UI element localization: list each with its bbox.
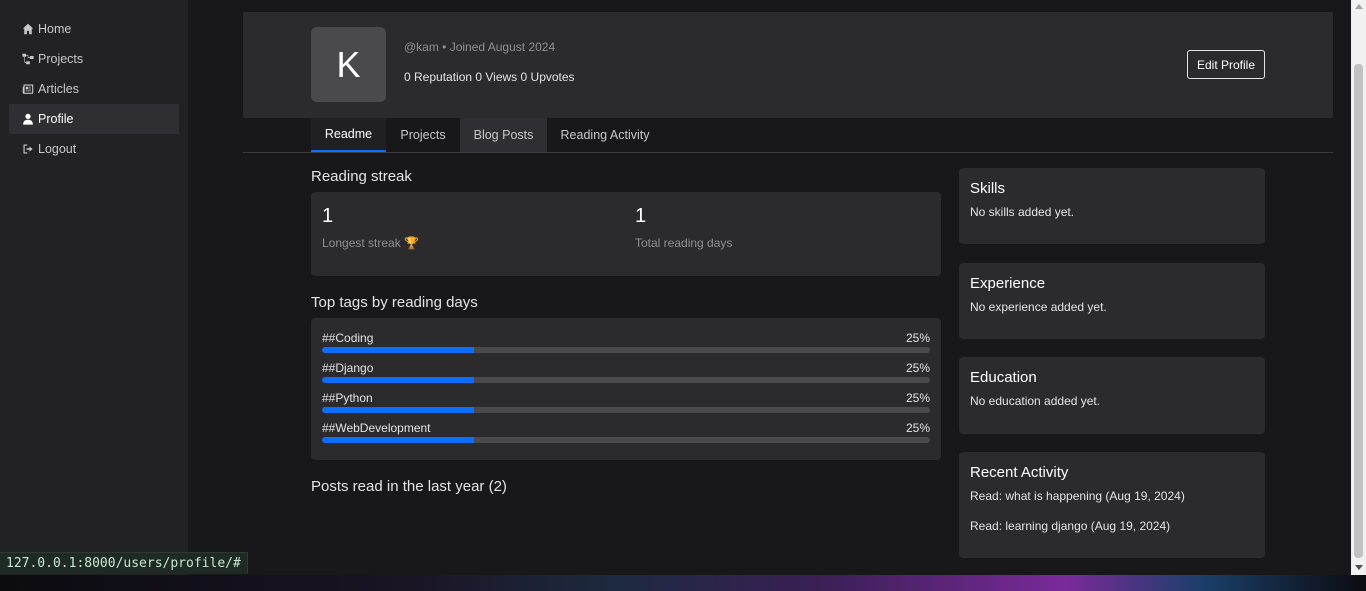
sidebar: Home Projects Articles Profile Logout xyxy=(0,0,188,575)
tag-progress-fill xyxy=(322,407,474,413)
tab-readme[interactable]: Readme xyxy=(311,118,386,152)
sidebar-item-label: Home xyxy=(38,22,72,36)
longest-streak-value: 1 xyxy=(322,205,334,227)
top-tags-card: ##Coding 25% ##Django 25% ##Python 25% #… xyxy=(311,318,941,460)
tab-reading-activity[interactable]: Reading Activity xyxy=(547,118,663,152)
reading-streak-title: Reading streak xyxy=(311,168,412,185)
activity-item[interactable]: Read: learning django (Aug 19, 2024) xyxy=(970,519,1170,533)
vertical-scrollbar[interactable] xyxy=(1351,0,1366,575)
sidebar-item-label: Projects xyxy=(38,52,84,66)
profile-header: K @kam • Joined August 2024 0 Reputation… xyxy=(243,12,1333,118)
tag-name[interactable]: ##Python xyxy=(322,391,373,405)
tag-row: ##WebDevelopment 25% xyxy=(322,421,930,447)
status-bar-url: 127.0.0.1:8000/users/profile/# xyxy=(0,552,248,574)
tag-percent: 25% xyxy=(905,421,930,435)
skills-card: Skills No skills added yet. xyxy=(959,168,1265,244)
sidebar-item-articles[interactable]: Articles xyxy=(9,74,179,104)
tag-name[interactable]: ##WebDevelopment xyxy=(322,421,431,435)
reading-streak-card: 1 Longest streak 🏆 1 Total reading days xyxy=(311,192,941,276)
total-reading-days-label: Total reading days xyxy=(635,236,733,250)
logout-icon xyxy=(21,142,35,156)
education-empty-text: No education added yet. xyxy=(970,394,1101,408)
total-reading-days-value: 1 xyxy=(635,205,647,227)
tab-projects[interactable]: Projects xyxy=(386,118,460,152)
profile-stats: 0 Reputation 0 Views 0 Upvotes xyxy=(404,70,575,84)
tag-percent: 25% xyxy=(905,361,930,375)
scrollbar-thumb[interactable] xyxy=(1354,64,1363,558)
recent-activity-card: Recent Activity Read: what is happening … xyxy=(959,452,1265,558)
top-tags-title: Top tags by reading days xyxy=(311,294,478,311)
tag-progress-bar xyxy=(322,347,930,353)
tag-name[interactable]: ##Django xyxy=(322,361,373,375)
tag-progress-fill xyxy=(322,377,474,383)
scroll-down-arrow-icon[interactable] xyxy=(1355,565,1363,570)
recent-activity-title: Recent Activity xyxy=(970,464,1069,481)
avatar: K xyxy=(311,27,386,102)
sidebar-item-home[interactable]: Home xyxy=(9,14,179,44)
tag-progress-bar xyxy=(322,407,930,413)
newspaper-icon xyxy=(21,82,35,96)
skills-empty-text: No skills added yet. xyxy=(970,205,1075,219)
scroll-up-arrow-icon[interactable] xyxy=(1355,4,1363,9)
project-diagram-icon xyxy=(21,52,35,66)
sidebar-item-projects[interactable]: Projects xyxy=(9,44,179,74)
tag-progress-fill xyxy=(322,437,474,443)
tag-progress-fill xyxy=(322,347,474,353)
sidebar-item-logout[interactable]: Logout xyxy=(9,134,179,164)
tag-row: ##Python 25% xyxy=(322,391,930,417)
activity-item[interactable]: Read: what is happening (Aug 19, 2024) xyxy=(970,489,1185,503)
tag-percent: 25% xyxy=(905,391,930,405)
education-title: Education xyxy=(970,369,1037,386)
edit-profile-button[interactable]: Edit Profile xyxy=(1187,50,1265,79)
tag-name[interactable]: ##Coding xyxy=(322,331,373,345)
sidebar-item-label: Logout xyxy=(38,142,77,156)
desktop-background-strip xyxy=(0,575,1366,591)
sidebar-item-label: Profile xyxy=(38,112,74,126)
education-card: Education No education added yet. xyxy=(959,357,1265,434)
skills-title: Skills xyxy=(970,180,1006,197)
tag-row: ##Coding 25% xyxy=(322,331,930,357)
sidebar-item-label: Articles xyxy=(38,82,79,96)
experience-title: Experience xyxy=(970,275,1046,292)
tag-progress-bar xyxy=(322,377,930,383)
tag-progress-bar xyxy=(322,437,930,443)
tabs-divider xyxy=(243,152,1333,153)
user-icon xyxy=(21,112,35,126)
experience-empty-text: No experience added yet. xyxy=(970,300,1107,314)
sidebar-item-profile[interactable]: Profile xyxy=(9,104,179,134)
tag-row: ##Django 25% xyxy=(322,361,930,387)
profile-meta: @kam • Joined August 2024 xyxy=(404,40,556,54)
home-icon xyxy=(21,22,35,36)
posts-read-title: Posts read in the last year (2) xyxy=(311,478,507,495)
longest-streak-label: Longest streak 🏆 xyxy=(322,236,419,250)
tag-percent: 25% xyxy=(905,331,930,345)
tab-blog-posts[interactable]: Blog Posts xyxy=(460,118,547,152)
experience-card: Experience No experience added yet. xyxy=(959,263,1265,339)
